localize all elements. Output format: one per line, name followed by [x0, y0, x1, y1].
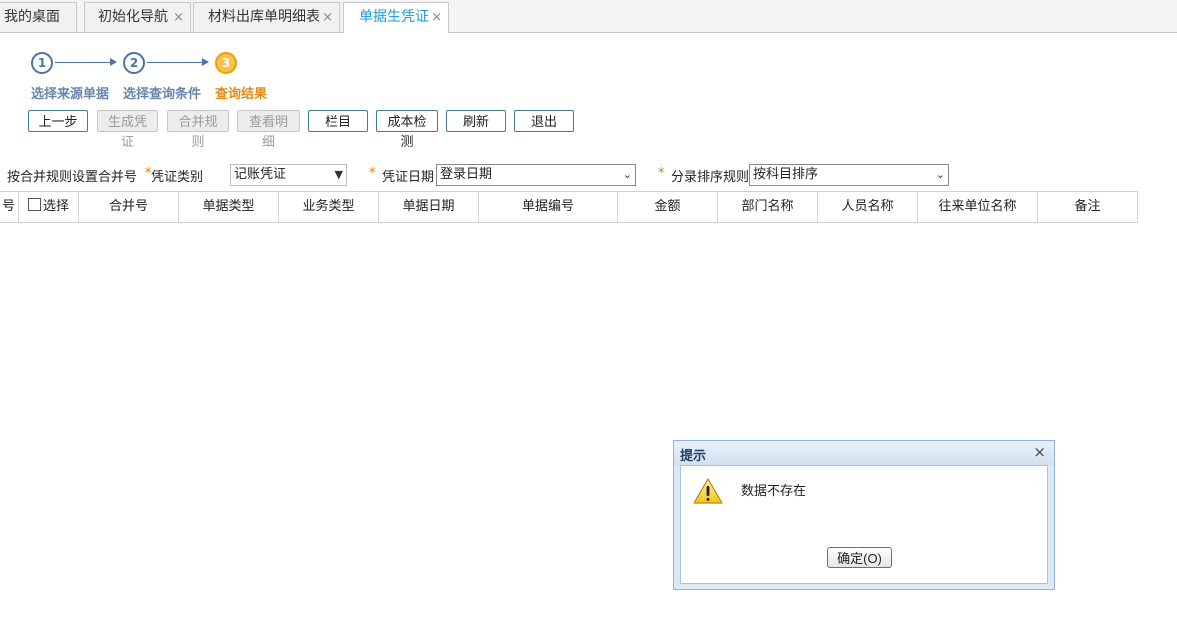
col-header-select[interactable]: 选择	[19, 192, 79, 222]
voucher-date-value: 登录日期	[440, 167, 493, 182]
tab-bar: 我的桌面 初始化导航 × 材料出库单明细表 × 单据生凭证 ×	[0, 0, 1177, 33]
alert-dialog: 提示 × 数据不存在 确定(O)	[673, 440, 1055, 590]
voucher-type-select[interactable]: 记账凭证 ▼	[230, 164, 347, 186]
merge-rule-button[interactable]: 合并规则	[167, 110, 229, 149]
voucher-type-label: 凭证类别	[151, 170, 204, 185]
close-icon[interactable]: ×	[173, 3, 184, 32]
close-icon[interactable]: ×	[1033, 443, 1046, 461]
col-header-person-name[interactable]: 人员名称	[818, 192, 918, 222]
sort-rule-label: 分录排序规则	[671, 170, 750, 185]
dialog-message: 数据不存在	[741, 484, 807, 499]
step-2-circle: 2	[123, 52, 145, 74]
select-all-checkbox[interactable]	[27, 198, 41, 211]
col-header-dept-name[interactable]: 部门名称	[718, 192, 818, 222]
col-header-doc-number[interactable]: 单据编号	[479, 192, 618, 222]
generate-voucher-button[interactable]: 生成凭证	[97, 110, 158, 149]
voucher-type-value: 记账凭证	[234, 167, 287, 182]
merge-number-label: 按合并规则设置合并号	[7, 170, 138, 185]
col-header-select-label: 选择	[42, 199, 69, 214]
dialog-title: 提示	[680, 449, 707, 464]
step-2-label: 选择查询条件	[123, 87, 202, 102]
step-arrow	[147, 58, 209, 66]
close-icon[interactable]: ×	[431, 3, 442, 32]
col-header-amount[interactable]: 金额	[618, 192, 718, 222]
columns-button[interactable]: 栏目	[308, 110, 368, 132]
step-3-label: 查询结果	[215, 87, 268, 102]
col-header-partner-name[interactable]: 往来单位名称	[918, 192, 1038, 222]
sort-rule-value: 按科目排序	[753, 167, 819, 182]
tab-label: 单据生凭证	[359, 9, 429, 25]
dialog-title-bar[interactable]: 提示 ×	[674, 441, 1054, 465]
tab-my-desktop[interactable]: 我的桌面	[0, 2, 77, 32]
col-header-merge-number[interactable]: 合并号	[79, 192, 179, 222]
dialog-body: 数据不存在 确定(O)	[680, 465, 1048, 584]
voucher-date-select[interactable]: 登录日期 ⌄	[436, 164, 636, 186]
step-3-circle: 3	[215, 52, 237, 74]
tab-doc-to-voucher[interactable]: 单据生凭证 ×	[343, 2, 449, 33]
prev-step-button[interactable]: 上一步	[28, 110, 88, 132]
required-mark: *	[369, 166, 376, 181]
chevron-down-icon: ▼	[334, 168, 343, 181]
ok-button[interactable]: 确定(O)	[827, 547, 892, 568]
tab-label: 初始化导航	[98, 9, 168, 25]
col-header-doc-date[interactable]: 单据日期	[379, 192, 479, 222]
step-arrow	[55, 58, 117, 66]
refresh-button[interactable]: 刷新	[446, 110, 506, 132]
required-mark: *	[658, 166, 665, 181]
cost-check-button[interactable]: 成本检测	[376, 110, 438, 149]
grid-header: 号 选择 合并号 单据类型 业务类型 单据日期 单据编号 金额 部门名称 人员名…	[0, 191, 1138, 223]
col-header-doc-type[interactable]: 单据类型	[179, 192, 279, 222]
step-1-label: 选择来源单据	[31, 87, 110, 102]
col-header-remark[interactable]: 备注	[1038, 192, 1138, 222]
chevron-down-icon: ⌄	[935, 168, 945, 181]
tab-label: 我的桌面	[4, 9, 60, 25]
view-detail-button[interactable]: 查看明细	[237, 110, 300, 149]
close-icon[interactable]: ×	[322, 3, 333, 32]
tab-init-navigation[interactable]: 初始化导航 ×	[84, 2, 191, 32]
tab-label: 材料出库单明细表	[208, 9, 320, 25]
voucher-date-label: 凭证日期	[382, 170, 435, 185]
col-header-number[interactable]: 号	[0, 192, 19, 222]
step-1-circle: 1	[31, 52, 53, 74]
warning-icon	[693, 478, 723, 504]
col-header-biz-type[interactable]: 业务类型	[279, 192, 379, 222]
tab-material-outbound-detail[interactable]: 材料出库单明细表 ×	[193, 2, 340, 32]
exit-button[interactable]: 退出	[514, 110, 574, 132]
sort-rule-select[interactable]: 按科目排序 ⌄	[749, 164, 949, 186]
chevron-down-icon: ⌄	[622, 168, 632, 181]
